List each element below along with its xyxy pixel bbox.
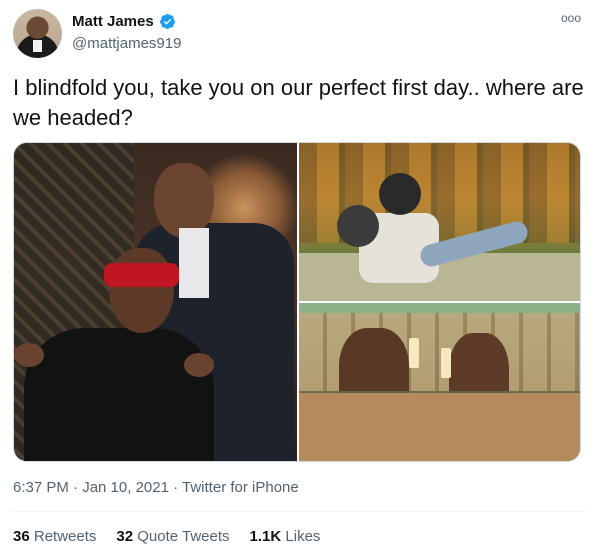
tweet-text: I blindfold you, take you on our perfect…	[13, 75, 584, 130]
avatar[interactable]	[13, 9, 62, 58]
photo-blindfold[interactable]	[14, 143, 297, 461]
quote-label: Quote Tweets	[137, 528, 230, 545]
timestamp[interactable]: 6:37 PM · Jan 10, 2021	[13, 479, 169, 496]
divider	[13, 511, 585, 512]
tweet-stats: 36 Retweets 32 Quote Tweets 1.1K Likes	[13, 528, 320, 545]
likes-label: Likes	[285, 528, 321, 545]
author-name-row[interactable]: Matt James	[72, 13, 176, 30]
author-handle[interactable]: @mattjames919	[72, 35, 181, 52]
retweets-count: 36	[13, 528, 30, 545]
quote-tweets-stat[interactable]: 32 Quote Tweets	[116, 528, 229, 545]
tweet-header: Matt James @mattjames919 ooo	[13, 9, 585, 59]
quote-count: 32	[116, 528, 134, 545]
verified-badge-icon	[159, 13, 175, 30]
more-options-icon[interactable]: ooo	[561, 11, 581, 25]
photo-hot-tub[interactable]	[299, 303, 580, 461]
meta-separator: ·	[173, 479, 183, 496]
author-name[interactable]: Matt James	[72, 13, 154, 30]
tweet-meta: 6:37 PM · Jan 10, 2021 · Twitter for iPh…	[13, 479, 299, 496]
retweets-stat[interactable]: 36 Retweets	[13, 528, 96, 545]
likes-count: 1.1K	[249, 528, 282, 545]
likes-stat[interactable]: 1.1K Likes	[250, 528, 321, 545]
photo-motorcycle-helmets[interactable]	[299, 143, 580, 301]
source-app[interactable]: Twitter for iPhone	[182, 479, 299, 496]
tweet-media-grid	[13, 142, 581, 462]
retweets-label: Retweets	[33, 528, 97, 545]
